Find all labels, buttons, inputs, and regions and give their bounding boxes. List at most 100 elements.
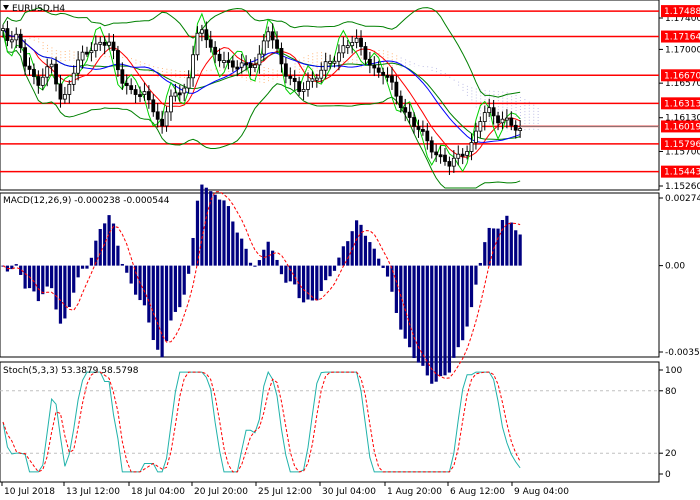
macd-histogram-bar <box>279 265 284 275</box>
stochastic-panel[interactable] <box>0 361 660 483</box>
macd-histogram-bar <box>337 257 341 266</box>
candle-body <box>93 43 98 52</box>
macd-histogram-bar <box>129 265 133 284</box>
candle-body <box>337 52 341 62</box>
macd-histogram-bar <box>89 257 93 266</box>
macd-histogram-bar <box>23 265 27 289</box>
macd-histogram-bar <box>408 265 412 348</box>
candle-body <box>372 64 377 69</box>
candle-body <box>235 66 240 70</box>
candle-body <box>138 94 142 97</box>
candle-body <box>177 92 182 96</box>
candle-body <box>385 74 390 78</box>
candle-body <box>164 111 169 127</box>
candle-body <box>447 161 452 167</box>
macd-histogram-bar <box>363 235 368 266</box>
candle-body <box>244 62 249 66</box>
macd-label: MACD(12,26,9) -0.000238 -0.000544 <box>3 196 170 206</box>
candle-body <box>310 78 315 82</box>
time-tick-label: 25 Jul 12:00 <box>258 487 312 497</box>
candle-body <box>359 37 363 47</box>
candle-body <box>1 28 5 32</box>
level-price-label: 1.17164 <box>664 33 700 43</box>
candle-body <box>62 94 67 100</box>
macd-histogram-bar <box>447 265 452 373</box>
candle-body <box>306 80 310 90</box>
candle-body <box>222 60 226 63</box>
candle-body <box>5 28 10 41</box>
level-price-label: 1.16670 <box>664 71 700 81</box>
candle-body <box>253 64 257 68</box>
price-tick-label: 1.17000 <box>665 45 700 55</box>
macd-histogram-bar <box>514 230 518 266</box>
macd-histogram-bar <box>474 265 478 285</box>
time-tick-label: 9 Aug 04:00 <box>514 487 569 497</box>
candle-body <box>120 69 125 84</box>
macd-histogram-bar <box>226 206 231 266</box>
macd-histogram-bar <box>169 265 173 321</box>
candle-body <box>381 71 386 76</box>
candle-body <box>45 66 50 78</box>
candle-body <box>412 117 416 127</box>
level-price-label: 1.15796 <box>664 140 700 150</box>
candle-body <box>390 75 394 83</box>
macd-histogram-bar <box>257 260 261 266</box>
macd-histogram-bar <box>111 223 116 266</box>
candle-body <box>496 115 500 124</box>
candle-body <box>487 107 492 113</box>
macd-histogram-bar <box>151 265 155 341</box>
candle-body <box>434 151 439 156</box>
macd-histogram-bar <box>319 265 323 291</box>
macd-histogram-bar <box>385 265 390 277</box>
macd-histogram-bar <box>14 264 18 266</box>
macd-histogram-bar <box>187 265 191 274</box>
macd-histogram-bar <box>222 200 226 266</box>
chart-window[interactable]: 0.00274 0.00 -0.00350 100 80 20 0 1.174001.17… <box>0 0 700 500</box>
symbol-label: EURUSD,H4 <box>12 4 65 14</box>
macd-histogram-bar <box>461 265 465 341</box>
candle-body <box>32 69 36 77</box>
macd-histogram-bar <box>394 265 398 313</box>
macd-histogram-bar <box>213 194 217 266</box>
candle-body <box>257 53 262 66</box>
candle-body <box>319 69 324 79</box>
macd-histogram-bar <box>483 242 487 266</box>
macd-histogram-bar <box>50 265 54 289</box>
time-axis: 10 Jul 2018 13 Jul 12:00 18 Jul 04:00 20 Ju… <box>1 482 569 497</box>
candle-body <box>354 37 359 43</box>
macd-histogram-bar <box>275 259 279 266</box>
candle-body <box>239 62 244 68</box>
candle-body <box>451 157 456 167</box>
candle-body <box>301 88 306 92</box>
level-price-label: 1.17488 <box>664 7 700 17</box>
candle-body <box>71 72 76 85</box>
candle-body <box>182 87 187 94</box>
macd-histogram-bar <box>368 242 372 266</box>
candle-body <box>191 54 195 79</box>
macd-histogram-bar <box>456 265 460 348</box>
macd-histogram-bar <box>80 265 85 269</box>
stochastic-tick-label: 20 <box>665 449 677 459</box>
candle-body <box>107 41 111 46</box>
candle-body <box>76 59 81 74</box>
stochastic-tick-label: 100 <box>665 366 682 376</box>
candle-body <box>169 95 173 113</box>
candle-body <box>58 83 63 100</box>
candle-body <box>425 130 430 142</box>
macd-histogram-bar <box>54 265 58 310</box>
candle-body <box>217 53 222 62</box>
macd-histogram-bar <box>500 220 505 266</box>
candle-body <box>416 125 421 130</box>
candle-body <box>89 50 94 54</box>
candle-body <box>129 85 134 90</box>
macd-histogram-bar <box>58 265 63 324</box>
candle-body <box>111 41 116 51</box>
macd-histogram-bar <box>478 262 482 266</box>
candle-body <box>67 83 72 95</box>
candle-body <box>288 75 293 79</box>
macd-histogram-bar <box>85 265 89 269</box>
time-tick-label: 6 Aug 12:00 <box>450 487 505 497</box>
macd-histogram-bar <box>217 199 222 266</box>
macd-histogram-bar <box>36 265 40 302</box>
candle-body <box>9 39 14 43</box>
